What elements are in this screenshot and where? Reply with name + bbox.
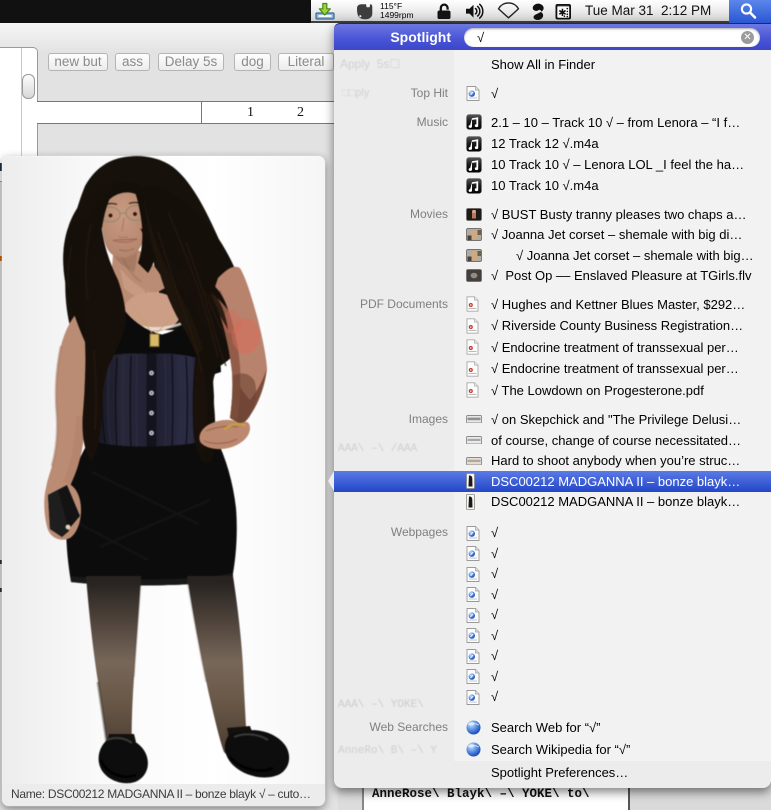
svg-text:✱: ✱: [558, 8, 566, 19]
